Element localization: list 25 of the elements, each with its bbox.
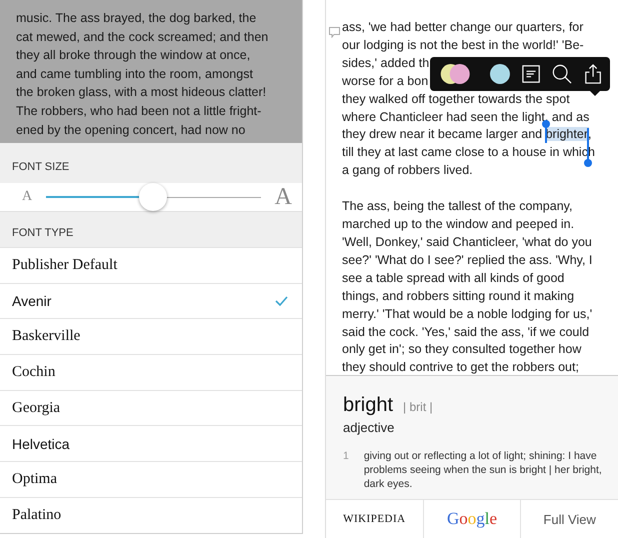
font-option[interactable]: Optima: [0, 461, 302, 497]
font-option[interactable]: Avenir: [0, 282, 302, 318]
search-icon[interactable]: [552, 63, 572, 85]
font-option[interactable]: Georgia: [0, 390, 302, 426]
pronunciation: | brit |: [403, 400, 433, 414]
book-paragraph: The ass, being the tallest of the company, marched up to the window and peeped in. 'Well, Donkey,' said Chanticleer, 'what do you see?' 'What do I see?' replied the ass. 'Why, I see a table spread with all kinds of good things, and robbers sitting round it making merry.' 'That would be a noble lodging for us,' said the cock. 'Yes,' said the ass, 'if we could only get in'; so they consulted together how they should contrive to get the robbers out;: [342, 198, 594, 376]
slider-thumb[interactable]: [139, 183, 168, 211]
dictionary-word: bright: [343, 394, 394, 417]
section-header: FONT TYPE: [12, 227, 74, 239]
highlight-color-icon[interactable]: [490, 63, 510, 85]
font-size-slider[interactable]: [46, 183, 261, 211]
share-icon[interactable]: [584, 63, 602, 85]
note-icon[interactable]: [522, 64, 540, 84]
font-option[interactable]: Palatino: [0, 496, 302, 532]
small-font-glyph: A: [22, 189, 32, 205]
definition-text: giving out or reflecting a lot of light; shining: I have problems seeing when the sun is bright | her bright, dark eyes.: [364, 449, 603, 491]
font-option[interactable]: Publisher Default: [0, 247, 302, 283]
sense-number: 1: [343, 449, 349, 464]
font-option[interactable]: Cochin: [0, 354, 302, 390]
large-font-glyph: A: [274, 184, 292, 210]
part-of-speech: adjective: [342, 419, 396, 435]
book-text: music. The ass brayed, the dog barked, the cat mewed, and the cock screamed; and then they all broke through the window at once, and came tumbling into the room, amongst the broken glass, with a most hideous clatter! The robbers, who had been not a little fright- ened by the opening concert, had now no: [0, 0, 302, 143]
font-option[interactable]: Baskerville: [0, 318, 302, 354]
section-header: FONT SIZE: [12, 161, 70, 173]
font-option[interactable]: Helvetica: [0, 425, 302, 462]
